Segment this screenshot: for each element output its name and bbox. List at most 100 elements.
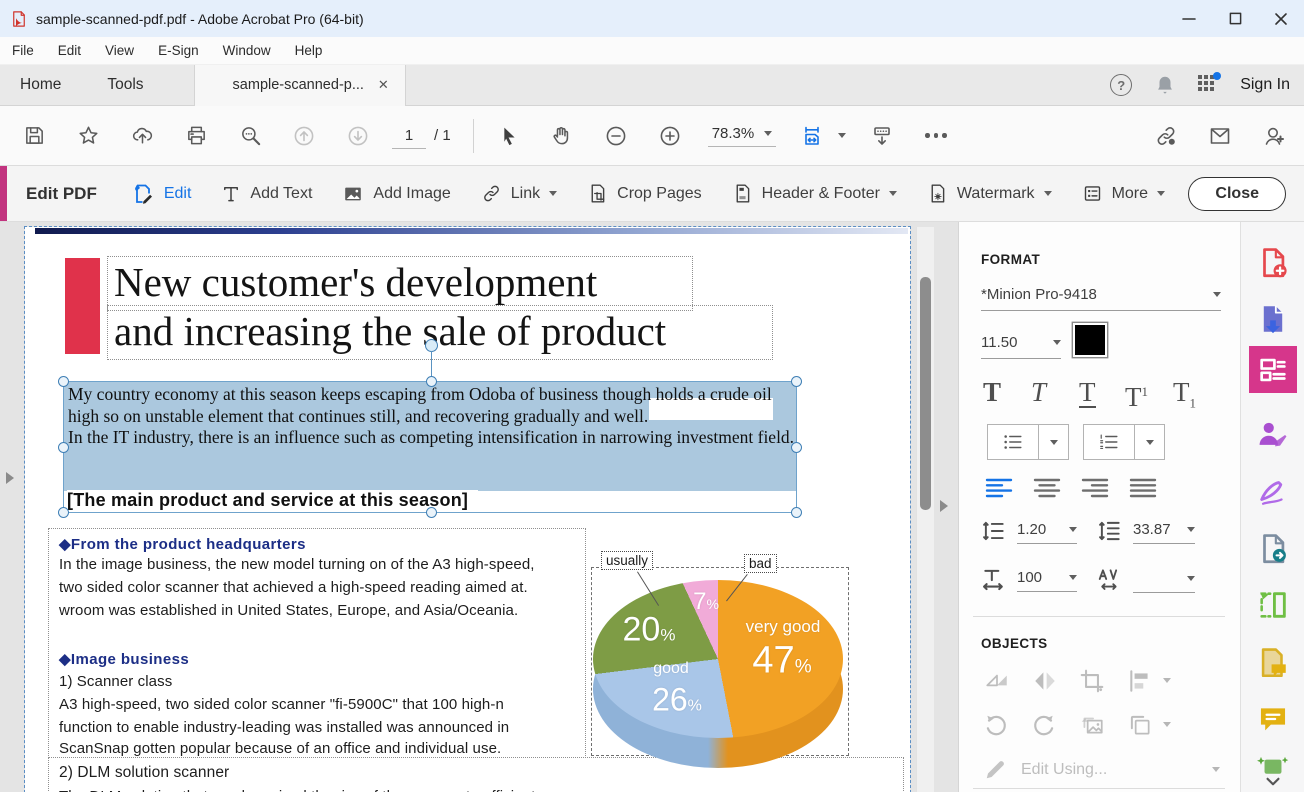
menu-esign[interactable]: E-Sign bbox=[158, 43, 199, 58]
share-for-review-icon[interactable] bbox=[1256, 532, 1290, 566]
section-textbox-left[interactable]: ◆From the product headquarters In the im… bbox=[49, 529, 585, 757]
bullet-list-button[interactable] bbox=[988, 425, 1038, 459]
more-tools-icon[interactable] bbox=[916, 116, 956, 156]
edit-pdf-tool-icon[interactable] bbox=[1256, 353, 1290, 387]
crop-pages-button[interactable]: Crop Pages bbox=[587, 183, 702, 204]
header-footer-button[interactable]: Header & Footer bbox=[732, 183, 897, 204]
hand-tool-icon[interactable] bbox=[542, 116, 582, 156]
add-text-button[interactable]: Add Text bbox=[221, 184, 312, 204]
selection-handle-mid-left[interactable] bbox=[58, 442, 69, 453]
replace-image-button[interactable] bbox=[1079, 712, 1107, 738]
comment-icon[interactable] bbox=[1256, 702, 1290, 736]
arrange-objects-caret-icon[interactable] bbox=[1163, 722, 1171, 727]
zoom-out-icon[interactable] bbox=[596, 116, 636, 156]
organize-pages-icon[interactable] bbox=[1256, 588, 1290, 622]
create-pdf-icon[interactable] bbox=[1256, 246, 1290, 280]
subscript-button[interactable]: T1 bbox=[1173, 378, 1196, 417]
close-window-button[interactable] bbox=[1258, 0, 1304, 37]
menu-help[interactable]: Help bbox=[295, 43, 323, 58]
underline-button[interactable]: T bbox=[1079, 378, 1096, 408]
selected-text-block[interactable]: My country economy at this season keeps … bbox=[63, 381, 797, 513]
bold-button[interactable]: T bbox=[983, 378, 1001, 406]
left-panel-expand-icon[interactable] bbox=[6, 472, 14, 484]
crop-object-button[interactable] bbox=[1079, 668, 1107, 694]
search-icon[interactable] bbox=[230, 116, 270, 156]
minimize-button[interactable] bbox=[1166, 0, 1212, 37]
request-comments-icon[interactable] bbox=[1256, 646, 1290, 680]
pdf-page[interactable]: New customer's development and increasin… bbox=[25, 227, 910, 792]
align-objects-button[interactable] bbox=[1127, 668, 1155, 694]
align-objects-caret-icon[interactable] bbox=[1163, 678, 1171, 683]
add-image-button[interactable]: Add Image bbox=[342, 183, 450, 205]
fit-width-icon[interactable] bbox=[792, 116, 832, 156]
numbered-list-caret-button[interactable] bbox=[1134, 425, 1164, 459]
horizontal-scale-select[interactable]: 100 bbox=[1017, 569, 1077, 592]
request-signatures-icon[interactable] bbox=[1256, 418, 1290, 452]
export-pdf-icon[interactable] bbox=[1256, 302, 1290, 336]
fit-width-caret-icon[interactable] bbox=[838, 133, 846, 138]
font-size-select[interactable]: 11.50 bbox=[981, 334, 1061, 359]
selection-handle-bottom-left[interactable] bbox=[58, 507, 69, 518]
edit-tool-button[interactable]: Edit bbox=[131, 182, 192, 206]
bullet-list-caret-button[interactable] bbox=[1038, 425, 1068, 459]
watermark-button[interactable]: Watermark bbox=[927, 183, 1052, 204]
link-button[interactable]: Link bbox=[481, 183, 557, 204]
align-justify-button[interactable] bbox=[1129, 477, 1157, 499]
add-account-icon[interactable] bbox=[1254, 116, 1294, 156]
line-spacing-select[interactable]: 1.20 bbox=[1017, 521, 1077, 544]
arrange-objects-button[interactable] bbox=[1127, 712, 1155, 738]
menu-window[interactable]: Window bbox=[223, 43, 271, 58]
font-color-swatch[interactable] bbox=[1075, 325, 1105, 355]
edit-using-label[interactable]: Edit Using... bbox=[1021, 761, 1107, 779]
superscript-button[interactable]: T1 bbox=[1125, 378, 1148, 411]
print-icon[interactable] bbox=[176, 116, 216, 156]
notifications-bell-icon[interactable] bbox=[1154, 74, 1176, 96]
scrollbar-thumb[interactable] bbox=[920, 277, 931, 510]
help-icon[interactable]: ? bbox=[1110, 74, 1132, 96]
tab-document[interactable]: sample-scanned-p... ✕ bbox=[194, 65, 406, 106]
email-icon[interactable] bbox=[1200, 116, 1240, 156]
selection-handle-top-right[interactable] bbox=[791, 376, 802, 387]
selection-handle-bottom-center[interactable] bbox=[426, 507, 437, 518]
selection-handle-mid-right[interactable] bbox=[791, 442, 802, 453]
zoom-level-select[interactable]: 78.3% bbox=[708, 125, 777, 147]
flip-vertical-button[interactable] bbox=[983, 668, 1011, 694]
select-tool-icon[interactable] bbox=[488, 116, 528, 156]
rotate-counterclockwise-button[interactable] bbox=[983, 712, 1011, 738]
numbered-list-button[interactable] bbox=[1084, 425, 1134, 459]
tab-home[interactable]: Home bbox=[6, 65, 75, 106]
page-display-icon[interactable] bbox=[862, 116, 902, 156]
maximize-button[interactable] bbox=[1212, 0, 1258, 37]
share-link-icon[interactable] bbox=[1146, 116, 1186, 156]
close-edit-pdf-button[interactable]: Close bbox=[1188, 177, 1286, 211]
tab-tools[interactable]: Tools bbox=[93, 65, 157, 106]
menu-edit[interactable]: Edit bbox=[58, 43, 81, 58]
align-right-button[interactable] bbox=[1081, 477, 1109, 499]
align-left-button[interactable] bbox=[985, 477, 1013, 499]
menu-view[interactable]: View bbox=[105, 43, 134, 58]
more-button[interactable]: More bbox=[1082, 183, 1165, 204]
rail-expand-chevron-icon[interactable] bbox=[1256, 768, 1290, 792]
align-center-button[interactable] bbox=[1033, 477, 1061, 499]
heading-line1-textbox[interactable]: New customer's development bbox=[108, 257, 692, 310]
flip-horizontal-button[interactable] bbox=[1031, 668, 1059, 694]
rotate-clockwise-button[interactable] bbox=[1031, 712, 1059, 738]
edit-using-caret-icon[interactable] bbox=[1212, 767, 1220, 772]
selection-handle-top-left[interactable] bbox=[58, 376, 69, 387]
page-number-input[interactable] bbox=[392, 123, 426, 149]
kerning-select[interactable] bbox=[1133, 569, 1195, 593]
cloud-upload-icon[interactable] bbox=[122, 116, 162, 156]
selection-handle-bottom-right[interactable] bbox=[791, 507, 802, 518]
star-favorite-icon[interactable] bbox=[68, 116, 108, 156]
font-family-select[interactable]: *Minion Pro-9418 bbox=[981, 286, 1221, 311]
right-panel-collapse-icon[interactable] bbox=[940, 500, 948, 512]
zoom-in-icon[interactable] bbox=[650, 116, 690, 156]
tab-close-icon[interactable]: ✕ bbox=[378, 77, 389, 93]
paragraph-spacing-select[interactable]: 33.87 bbox=[1133, 521, 1195, 544]
selection-handle-top-center[interactable] bbox=[426, 376, 437, 387]
italic-button[interactable]: T bbox=[1031, 378, 1046, 406]
fill-and-sign-icon[interactable] bbox=[1256, 474, 1290, 508]
menu-file[interactable]: File bbox=[12, 43, 34, 58]
heading-line2-textbox[interactable]: and increasing the sale of product bbox=[108, 306, 772, 359]
save-icon[interactable] bbox=[14, 116, 54, 156]
